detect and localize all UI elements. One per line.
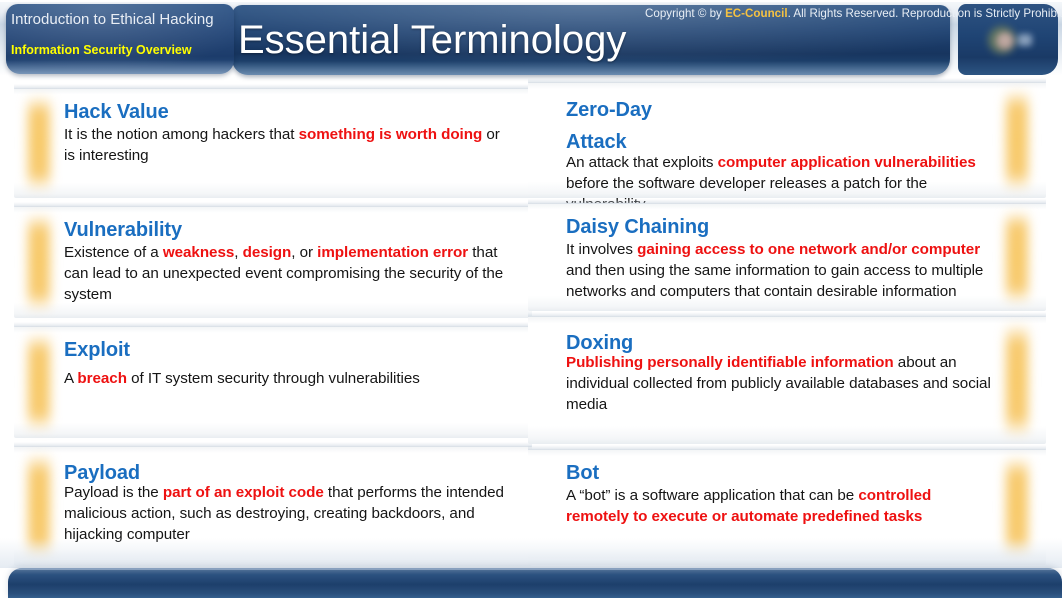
term-card-hack-value[interactable]: Hack Value It is the notion among hacker… [14, 84, 532, 198]
highlighted-phrase: Publishing personally identifiable infor… [566, 354, 894, 371]
plain-phrase: Existence of a [64, 244, 163, 261]
ec-council-logo-icon [980, 22, 1034, 58]
plain-phrase: Payload is the [64, 484, 163, 501]
plain-phrase: , [234, 244, 243, 261]
plain-phrase: It is the notion among hackers that [64, 126, 299, 143]
slide-footer [8, 568, 1062, 598]
term-card-exploit[interactable]: Exploit A breach of IT system security t… [14, 322, 532, 438]
term-card-daisy-chaining[interactable]: Daisy Chaining It involves gaining acces… [528, 199, 1046, 311]
highlighted-phrase: part of an exploit code [162, 484, 324, 501]
copyright-suffix: . All Rights Reserved. Reproduction is S… [787, 7, 1062, 20]
highlighted-phrase: breach [77, 370, 127, 387]
plain-phrase: A [64, 370, 78, 387]
plain-phrase: It involves [566, 241, 638, 258]
term-description: It involves gaining access to one networ… [566, 239, 998, 302]
plain-phrase: of IT system security through vulnerabil… [126, 370, 420, 387]
term-title: Daisy Chaining [566, 216, 710, 238]
plain-phrase: , or [291, 244, 318, 261]
highlighted-phrase: computer application vulnerabilities [717, 154, 976, 171]
plain-phrase: An attack that exploits [566, 154, 718, 171]
term-description: Payload is the part of an exploit code t… [64, 482, 508, 545]
term-card-doxing[interactable]: Doxing Publishing personally identifiabl… [528, 312, 1046, 444]
copyright-notice: Copyright © by EC-Council. All Rights Re… [645, 6, 1062, 22]
footer-glow [8, 568, 1062, 570]
plain-phrase: A “bot” is a software application that c… [566, 487, 859, 504]
left-term-column: Hack Value It is the notion among hacker… [14, 82, 532, 566]
plain-phrase: and then using the same information to g… [566, 262, 984, 300]
term-title: Exploit [64, 339, 130, 361]
term-card-zero-day-attack[interactable]: Zero-Day Attack An attack that exploits … [528, 78, 1046, 213]
copyright-brand: EC-Council [725, 7, 788, 20]
term-description: Existence of a weakness, design, or impl… [64, 242, 508, 305]
logo-dot-shape [996, 32, 1014, 50]
copyright-prefix: Copyright © by [645, 7, 726, 20]
highlighted-phrase: gaining access to one network and/or com… [637, 241, 981, 258]
highlighted-phrase: implementation error [317, 244, 469, 261]
term-card-payload[interactable]: Payload Payload is the part of an exploi… [14, 442, 532, 566]
term-description: It is the notion among hackers that some… [64, 124, 508, 166]
chapter-tab-module-label: Introduction to Ethical Hacking [11, 11, 214, 28]
slide-root: Introduction to Ethical Hacking Informat… [0, 0, 1062, 598]
term-description: Publishing personally identifiable infor… [566, 352, 998, 415]
logo-bar-shape [1018, 34, 1032, 46]
term-title: Zero-Day Attack [566, 99, 652, 153]
highlighted-phrase: something is worth doing [298, 126, 483, 143]
highlighted-phrase: weakness [162, 244, 235, 261]
chapter-tab-section-label: Information Security Overview [11, 43, 192, 57]
term-title: Hack Value [64, 101, 169, 123]
term-description: A “bot” is a software application that c… [566, 485, 998, 527]
term-description: A breach of IT system security through v… [64, 368, 508, 389]
term-card-vulnerability[interactable]: Vulnerability Existence of a weakness, d… [14, 202, 532, 318]
highlighted-phrase: design [242, 244, 292, 261]
term-title: Bot [566, 462, 600, 484]
term-card-bot[interactable]: Bot A “bot” is a software application th… [528, 445, 1046, 565]
term-title: Vulnerability [64, 219, 182, 241]
right-term-column: Zero-Day Attack An attack that exploits … [528, 78, 1046, 565]
